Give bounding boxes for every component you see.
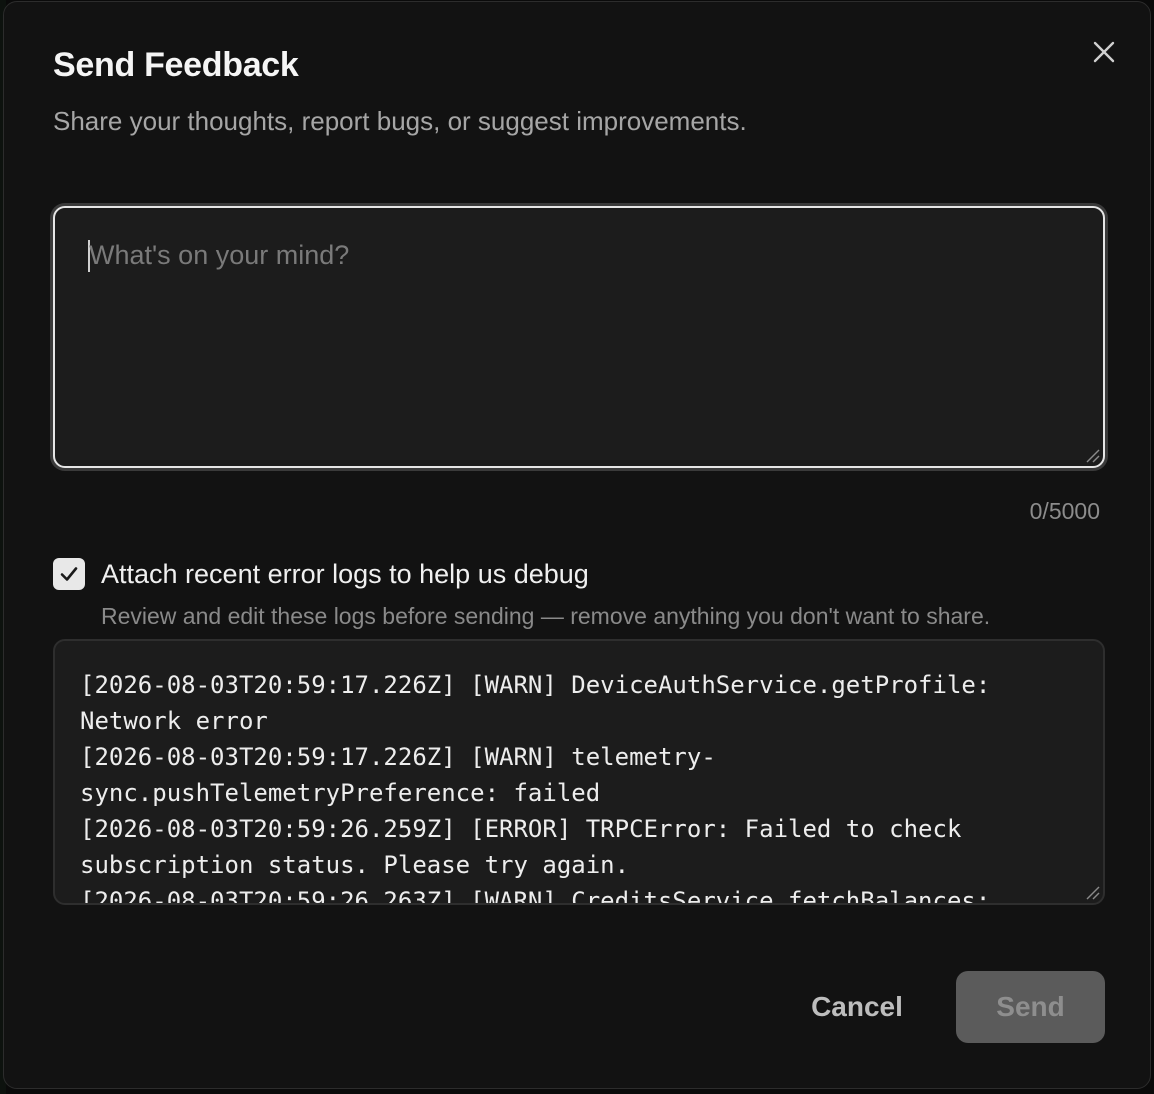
character-counter: 0/5000 <box>1029 498 1100 524</box>
error-logs-content: [2026-08-03T20:59:17.226Z] [WARN] Device… <box>80 667 1080 905</box>
send-feedback-dialog: Send Feedback Share your thoughts, repor… <box>3 1 1151 1089</box>
log-line: Network error <box>80 707 268 735</box>
send-button[interactable]: Send <box>956 971 1105 1043</box>
feedback-placeholder: What's on your mind? <box>89 240 350 270</box>
attach-logs-checkbox[interactable] <box>53 558 85 590</box>
cancel-button[interactable]: Cancel <box>793 972 921 1042</box>
log-line: sync.pushTelemetryPreference: failed <box>80 779 601 807</box>
attach-logs-help-text: Review and edit these logs before sendin… <box>101 603 991 629</box>
checkmark-icon <box>60 567 78 581</box>
error-logs-textarea[interactable]: [2026-08-03T20:59:17.226Z] [WARN] Device… <box>53 639 1105 905</box>
feedback-textarea[interactable]: What's on your mind? <box>53 206 1105 468</box>
log-line: [2026-08-03T20:59:17.226Z] [WARN] Device… <box>80 671 991 699</box>
resize-grip-icon[interactable] <box>1084 884 1100 900</box>
close-button[interactable] <box>1084 32 1124 72</box>
dialog-subtitle: Share your thoughts, report bugs, or sug… <box>53 106 747 136</box>
log-line: [2026-08-03T20:59:26.263Z] [WARN] Credit… <box>80 887 991 905</box>
log-line: [2026-08-03T20:59:26.259Z] [ERROR] TRPCE… <box>80 815 962 843</box>
resize-grip-icon[interactable] <box>1084 447 1100 463</box>
log-line: subscription status. Please try again. <box>80 851 630 879</box>
dialog-title: Send Feedback <box>53 46 299 84</box>
log-line: [2026-08-03T20:59:17.226Z] [WARN] teleme… <box>80 743 716 771</box>
attach-logs-label[interactable]: Attach recent error logs to help us debu… <box>101 559 589 590</box>
close-icon <box>1093 41 1115 63</box>
